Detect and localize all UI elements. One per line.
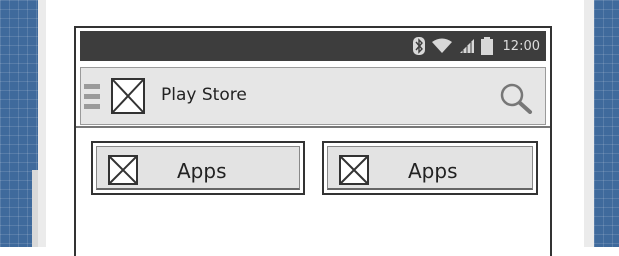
logo-placeholder-icon (111, 78, 145, 114)
status-bar: 12:00 (80, 31, 546, 61)
apps-tile[interactable]: Apps (91, 141, 305, 195)
tile-label: Apps (408, 159, 458, 183)
wifi-icon (431, 38, 453, 54)
right-gutter (584, 0, 594, 247)
app-bar-divider (76, 126, 550, 128)
signal-icon (459, 38, 475, 54)
left-gutter-notch (32, 170, 38, 247)
menu-icon[interactable] (83, 82, 101, 116)
bluetooth-icon (412, 37, 425, 55)
tile-label: Apps (177, 159, 227, 183)
apps-tile[interactable]: Apps (322, 141, 538, 195)
tile-surface: Apps (96, 146, 300, 190)
search-icon[interactable] (499, 82, 533, 118)
left-gutter (38, 0, 46, 247)
image-placeholder-icon (108, 155, 138, 185)
status-time: 12:00 (502, 38, 540, 54)
phone-frame: 12:00 Play Store Apps Apps (74, 26, 552, 256)
blueprint-background-right (594, 0, 619, 247)
tile-surface: Apps (327, 146, 533, 190)
battery-icon (480, 37, 493, 55)
image-placeholder-icon (339, 155, 369, 185)
app-bar-title: Play Store (161, 85, 247, 105)
app-bar: Play Store (80, 67, 546, 125)
